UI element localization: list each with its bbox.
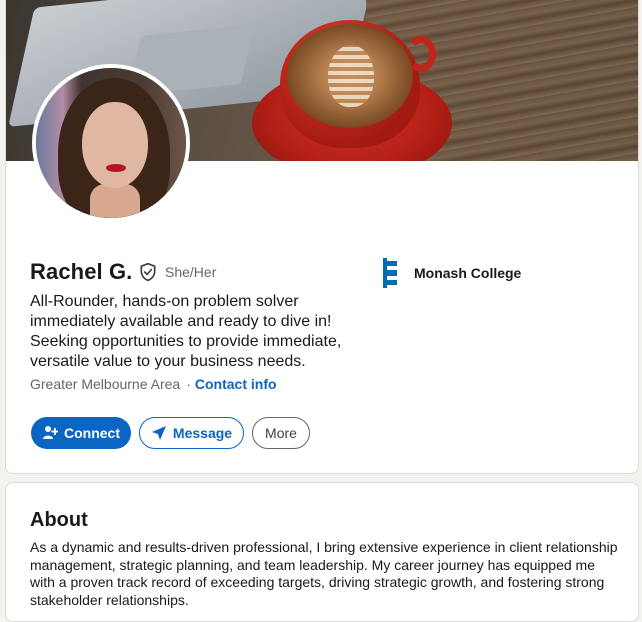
profile-headline: All-Rounder, hands-on problem solver imm… xyxy=(30,293,342,370)
message-button[interactable]: Message xyxy=(139,417,244,449)
add-person-icon xyxy=(43,426,58,439)
profile-location-row: Greater Melbourne Area · Contact info xyxy=(30,376,277,392)
message-label: Message xyxy=(172,425,233,441)
about-card: About As a dynamic and results-driven pr… xyxy=(5,482,639,622)
verified-shield-icon[interactable] xyxy=(138,262,158,282)
about-text: As a dynamic and results-driven professi… xyxy=(30,539,618,608)
school-name[interactable]: Monash College xyxy=(414,265,521,281)
about-title: About xyxy=(30,509,88,531)
more-button[interactable]: More xyxy=(252,417,310,449)
connect-label: Connect xyxy=(64,425,120,441)
profile-name: Rachel G. xyxy=(30,259,133,284)
send-paper-plane-icon xyxy=(151,426,166,440)
profile-pronouns: She/Her xyxy=(165,264,217,280)
monash-college-logo[interactable] xyxy=(383,258,397,288)
separator-dot: · xyxy=(186,376,191,392)
connect-button[interactable]: Connect xyxy=(31,417,131,449)
profile-avatar[interactable] xyxy=(32,64,190,222)
profile-location: Greater Melbourne Area xyxy=(30,376,181,392)
contact-info-link[interactable]: Contact info xyxy=(195,376,277,392)
more-label: More xyxy=(265,425,297,441)
profile-top-card: Rachel G. She/Her All-Rounder, hands-on … xyxy=(5,0,639,474)
